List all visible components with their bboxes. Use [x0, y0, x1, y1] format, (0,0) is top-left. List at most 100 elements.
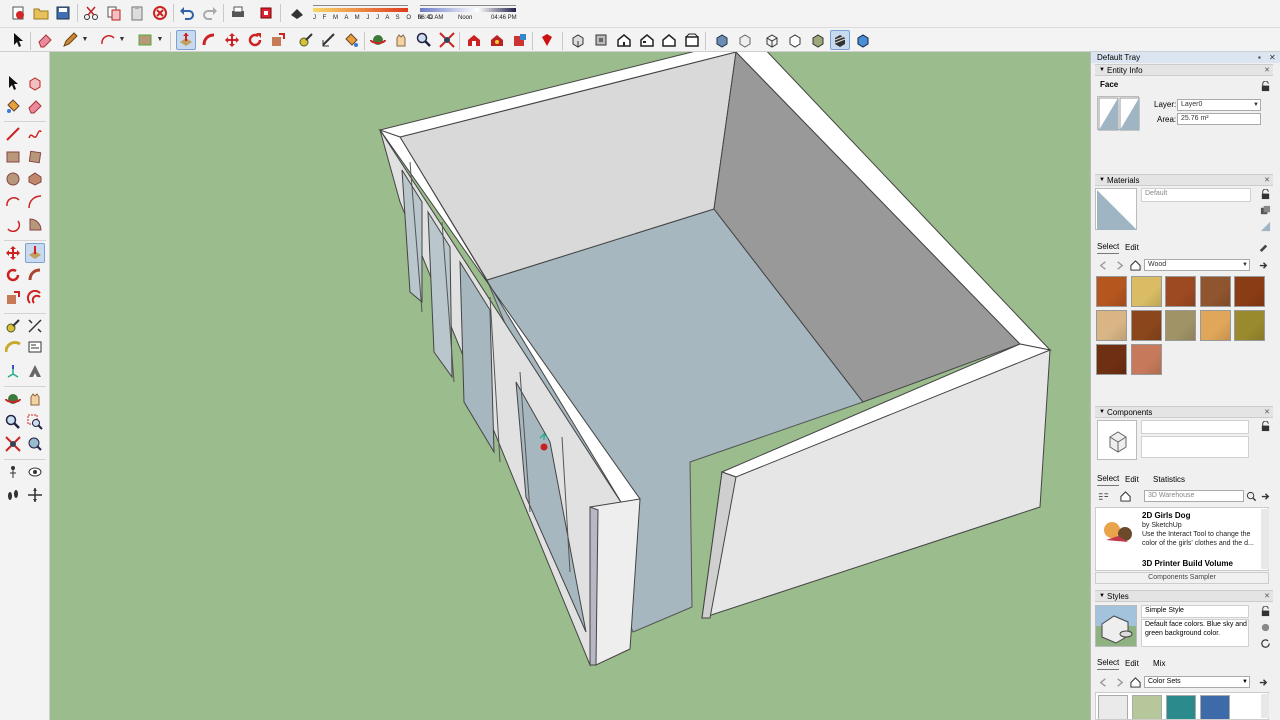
styles-tab-select[interactable]: Select [1097, 657, 1120, 670]
ruby-console-icon[interactable] [537, 30, 557, 50]
section-plane-icon[interactable] [25, 485, 45, 505]
update-style-icon[interactable] [1259, 637, 1271, 649]
rectangle-icon[interactable] [135, 30, 155, 50]
redo-icon[interactable] [200, 3, 220, 23]
create-style-icon[interactable] [1259, 621, 1271, 633]
3d-text-tool-icon[interactable] [25, 361, 45, 381]
date-slider[interactable] [313, 8, 408, 12]
open-folder-icon[interactable] [31, 3, 51, 23]
components-collection-bar[interactable]: Components Sampler [1095, 572, 1269, 584]
components-tab-select[interactable]: Select [1097, 473, 1120, 486]
material-swatch[interactable] [1234, 310, 1265, 341]
styles-tab-edit[interactable]: Edit [1125, 658, 1139, 670]
back-view-icon[interactable] [659, 30, 679, 50]
eyedropper-icon[interactable] [1257, 240, 1269, 252]
arc-dropdown-icon[interactable]: ▼ [118, 30, 126, 50]
current-material-swatch[interactable] [1095, 188, 1137, 230]
components-search-icon[interactable] [1245, 490, 1257, 502]
styles-collection-select[interactable]: Color Sets ▼ [1144, 676, 1250, 688]
pie-tool-icon[interactable] [25, 214, 45, 234]
styles-home-icon[interactable] [1129, 676, 1141, 688]
material-name-field[interactable]: Default [1141, 188, 1251, 202]
paint-bucket-icon[interactable] [341, 30, 361, 50]
styles-lock-icon[interactable] [1259, 605, 1271, 617]
style-thumb-3[interactable] [1166, 695, 1196, 719]
push-pull-icon[interactable] [176, 30, 196, 50]
components-lock-icon[interactable] [1259, 420, 1271, 432]
iso-view-icon[interactable] [568, 30, 588, 50]
material-swatch[interactable] [1234, 276, 1265, 307]
xray-style-icon[interactable] [712, 30, 732, 50]
materials-details-icon[interactable] [1257, 259, 1269, 271]
room-model[interactable] [50, 52, 1090, 720]
wireframe-icon[interactable] [762, 30, 782, 50]
tape-measure-icon[interactable] [296, 30, 316, 50]
components-details-icon[interactable] [1259, 490, 1271, 502]
position-camera-icon[interactable] [3, 462, 23, 482]
components-share-icon[interactable] [487, 30, 507, 50]
material-swatch[interactable] [1096, 344, 1127, 375]
component-desc-field[interactable] [1141, 436, 1249, 458]
push-pull-tool-icon[interactable] [25, 243, 45, 263]
scale-icon[interactable] [268, 30, 288, 50]
components-tab-edit[interactable]: Edit [1125, 474, 1139, 486]
move-tool-icon[interactable] [3, 243, 23, 263]
collection-dropdown-icon[interactable]: ▼ [1242, 260, 1248, 270]
styles-header[interactable]: Styles ✕ [1095, 590, 1273, 602]
material-swatch[interactable] [1096, 310, 1127, 341]
pan-hand-icon[interactable] [391, 30, 411, 50]
scale-tool-icon[interactable] [3, 288, 23, 308]
print-icon[interactable] [228, 3, 248, 23]
time-slider[interactable] [420, 8, 516, 12]
style-description-field[interactable]: Default face colors. Blue sky and green … [1141, 619, 1249, 647]
freehand-tool-icon[interactable] [25, 124, 45, 144]
previous-view-icon[interactable] [25, 434, 45, 454]
material-swatch[interactable] [1199, 276, 1231, 307]
eraser-tool-icon[interactable] [25, 96, 45, 116]
materials-back-icon[interactable] [1097, 259, 1109, 271]
style-thumb-4[interactable] [1200, 695, 1230, 719]
axes-tool-icon[interactable] [3, 361, 23, 381]
new-file-icon[interactable] [8, 3, 28, 23]
default-material-icon[interactable] [1259, 220, 1271, 232]
zoom-tool-icon[interactable] [3, 412, 23, 432]
material-swatch[interactable] [1165, 310, 1196, 341]
arc-tool-icon[interactable] [3, 192, 23, 212]
protractor-tool-icon[interactable] [3, 338, 23, 358]
rotate-tool-icon[interactable] [3, 265, 23, 285]
orbit-tool-icon[interactable] [3, 389, 23, 409]
cut-icon[interactable] [81, 3, 101, 23]
style-thumb-2[interactable] [1132, 695, 1162, 719]
styles-forward-icon[interactable] [1113, 676, 1125, 688]
entity-info-header[interactable]: Entity Info ✕ [1095, 64, 1273, 76]
material-swatch[interactable] [1096, 276, 1127, 307]
layer-dropdown-icon[interactable]: ▼ [1253, 100, 1259, 110]
material-swatch[interactable] [1130, 276, 1162, 307]
style-thumb-1[interactable] [1098, 695, 1128, 719]
dimension-tool-icon[interactable] [25, 316, 45, 336]
materials-home-icon[interactable] [1129, 259, 1141, 271]
materials-header[interactable]: Materials ✕ [1095, 174, 1273, 186]
shaded-icon[interactable] [808, 30, 828, 50]
rotated-rectangle-icon[interactable] [25, 147, 45, 167]
face-material-preview[interactable] [1097, 96, 1140, 131]
material-swatch[interactable] [1130, 310, 1162, 341]
styles-scrollbar[interactable] [1261, 694, 1269, 718]
materials-close-icon[interactable]: ✕ [1264, 175, 1270, 186]
erase-icon[interactable] [150, 3, 170, 23]
components-scrollbar[interactable] [1261, 509, 1269, 569]
tray-close-icon[interactable]: ✕ [1269, 52, 1276, 63]
styles-tab-mix[interactable]: Mix [1153, 658, 1165, 670]
line-dropdown-icon[interactable]: ▼ [81, 30, 89, 50]
paint-tool-icon[interactable] [3, 96, 23, 116]
extension-warehouse-icon[interactable] [510, 30, 530, 50]
components-home-icon[interactable] [1119, 490, 1131, 502]
warehouse-icon[interactable] [464, 30, 484, 50]
components-view-options-icon[interactable] [1097, 490, 1109, 502]
undo-icon[interactable] [177, 3, 197, 23]
paste-icon[interactable] [127, 3, 147, 23]
pan-tool-icon[interactable] [25, 389, 45, 409]
polygon-tool-icon[interactable] [25, 169, 45, 189]
zoom-window-tool-icon[interactable] [25, 412, 45, 432]
make-component-icon[interactable] [25, 73, 45, 93]
